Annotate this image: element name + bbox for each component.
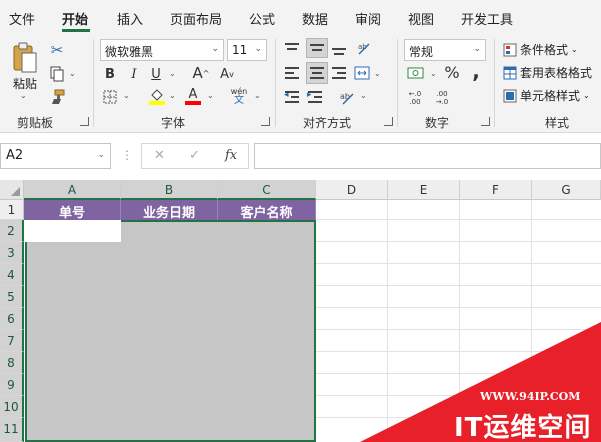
watermark-banner (360, 322, 601, 442)
watermark-url: WWW.94IP.COM (480, 390, 581, 403)
watermark-name: IT运维空间 (454, 413, 592, 442)
